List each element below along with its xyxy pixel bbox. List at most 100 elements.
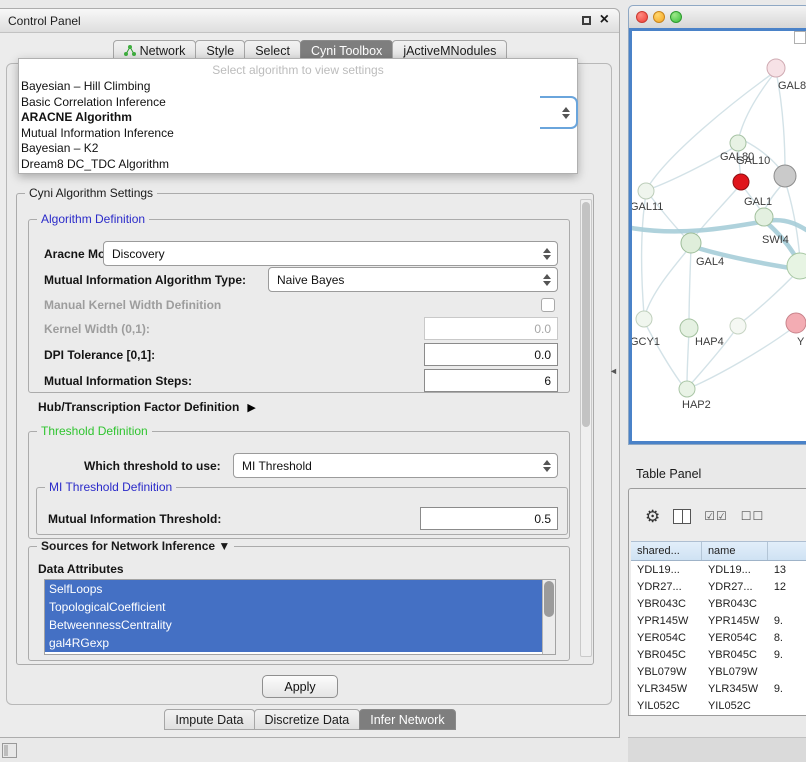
dpi-tolerance-label: DPI Tolerance [0,1]: bbox=[44, 348, 155, 362]
close-icon[interactable]: × bbox=[600, 14, 609, 26]
table-row[interactable]: YLR345WYLR345W9. bbox=[631, 680, 806, 697]
attribute-item-topologicalcoefficient[interactable]: TopologicalCoefficient bbox=[45, 598, 542, 616]
network-node[interactable] bbox=[636, 311, 652, 327]
control-panel-titlebar[interactable]: Control Panel × bbox=[0, 9, 619, 33]
zoom-traffic-light[interactable] bbox=[670, 11, 682, 23]
network-edge[interactable] bbox=[632, 221, 766, 231]
dropdown-item-aracne-algorithm[interactable]: ARACNE Algorithm bbox=[19, 110, 577, 126]
network-node[interactable] bbox=[786, 313, 806, 333]
aracne-mode-select[interactable]: Discovery bbox=[103, 241, 558, 266]
settings-scrollbar[interactable] bbox=[580, 199, 592, 657]
network-edge[interactable] bbox=[742, 271, 798, 322]
table-panel: Table Panel ⚙ ☑☑ ☐☐ shared...name YDL19.… bbox=[628, 460, 806, 716]
table-row[interactable]: YBR043CYBR043C bbox=[631, 595, 806, 612]
close-traffic-light[interactable] bbox=[636, 11, 648, 23]
table-row[interactable]: YDR27...YDR27...12 bbox=[631, 578, 806, 595]
kernel-width-input[interactable]: 0.0 bbox=[424, 317, 558, 340]
network-node[interactable] bbox=[638, 183, 654, 199]
bottom-tab-impute-data[interactable]: Impute Data bbox=[164, 709, 254, 730]
bottom-tab-bar: Impute DataDiscretize DataInfer Network bbox=[0, 709, 619, 730]
table-row[interactable]: YDL19...YDL19...13 bbox=[631, 561, 806, 578]
algorithm-combobox-focused[interactable] bbox=[540, 96, 578, 129]
expand-arrow-icon[interactable]: ▶ bbox=[247, 401, 255, 414]
network-edge[interactable] bbox=[689, 247, 691, 324]
bottom-tab-discretize-data[interactable]: Discretize Data bbox=[254, 709, 361, 730]
node-label-gal1: GAL1 bbox=[744, 196, 772, 208]
mi-type-label: Mutual Information Algorithm Type: bbox=[44, 273, 246, 287]
column-browser-icon[interactable] bbox=[673, 509, 691, 524]
mi-threshold-label: Mutual Information Threshold: bbox=[48, 512, 221, 526]
scroll-corner bbox=[794, 31, 806, 44]
table-cell: YLR345W bbox=[631, 683, 702, 695]
column-header-name[interactable]: name bbox=[702, 542, 768, 560]
gear-icon[interactable]: ⚙ bbox=[645, 508, 660, 525]
network-window-titlebar[interactable] bbox=[629, 6, 806, 28]
dropdown-item-dream8-dc-tdc-algorithm[interactable]: Dream8 DC_TDC Algorithm bbox=[19, 157, 577, 173]
manual-kernel-checkbox[interactable] bbox=[541, 298, 555, 312]
network-canvas-svg[interactable]: GAL8GAL80GAL10GAL11GAL1SWI4GAL4GCY1HAP4Y… bbox=[632, 31, 806, 443]
attribute-item-betweennesscentrality[interactable]: BetweennessCentrality bbox=[45, 616, 542, 634]
network-edge[interactable] bbox=[738, 71, 776, 141]
network-node[interactable] bbox=[767, 59, 785, 77]
attribute-item-gal4rgexp[interactable]: gal4RGexp bbox=[45, 634, 542, 652]
which-threshold-select[interactable]: MI Threshold bbox=[233, 453, 558, 478]
dpi-tolerance-input[interactable]: 0.0 bbox=[424, 343, 558, 366]
network-node[interactable] bbox=[787, 253, 806, 279]
node-label-gal10: GAL10 bbox=[736, 155, 770, 167]
float-window-icon[interactable] bbox=[582, 16, 591, 25]
network-node[interactable] bbox=[733, 174, 749, 190]
network-node[interactable] bbox=[681, 233, 701, 253]
table-cell: YBL079W bbox=[631, 666, 702, 678]
list-scrollbar[interactable] bbox=[542, 580, 555, 654]
network-node[interactable] bbox=[680, 319, 698, 337]
table-row[interactable]: YER054CYER054C8. bbox=[631, 629, 806, 646]
table-toolbar: ⚙ ☑☑ ☐☐ bbox=[629, 499, 764, 533]
table-row[interactable]: YBL079WYBL079W bbox=[631, 663, 806, 680]
bottom-tab-infer-network[interactable]: Infer Network bbox=[359, 709, 455, 730]
tab-label: Style bbox=[206, 44, 234, 58]
data-attributes-list[interactable]: SelfLoopsTopologicalCoefficientBetweenne… bbox=[44, 579, 556, 655]
network-edge[interactable] bbox=[687, 331, 689, 385]
network-node[interactable] bbox=[679, 381, 695, 397]
mi-type-select[interactable]: Naive Bayes bbox=[268, 267, 558, 292]
column-header-shared[interactable]: shared... bbox=[631, 542, 702, 560]
kernel-width-value: 0.0 bbox=[534, 322, 551, 336]
mi-threshold-input[interactable]: 0.5 bbox=[420, 507, 558, 530]
table-row[interactable]: YBR045CYBR045C9. bbox=[631, 646, 806, 663]
apply-button[interactable]: Apply bbox=[262, 675, 338, 698]
dropdown-item-bayesian-k2[interactable]: Bayesian – K2 bbox=[19, 141, 577, 157]
kernel-width-label: Kernel Width (0,1): bbox=[44, 322, 150, 336]
deselect-columns-icon[interactable]: ☐☐ bbox=[741, 509, 765, 523]
collapse-arrow-icon[interactable]: ▼ bbox=[218, 539, 230, 553]
network-node[interactable] bbox=[730, 318, 746, 334]
table-cell: YBR045C bbox=[631, 649, 702, 661]
select-columns-icon[interactable]: ☑☑ bbox=[704, 509, 728, 523]
table-row[interactable]: YPR145WYPR145W9. bbox=[631, 612, 806, 629]
table-cell: YPR145W bbox=[631, 615, 702, 627]
mi-steps-input[interactable]: 6 bbox=[424, 369, 558, 392]
panel-toggle-icon[interactable] bbox=[2, 743, 17, 758]
sources-section-toggle[interactable]: Sources for Network Inference ▼ bbox=[37, 539, 234, 553]
minimize-traffic-light[interactable] bbox=[653, 11, 665, 23]
table-row[interactable]: YIL052CYIL052C bbox=[631, 697, 806, 714]
hub-section-toggle[interactable]: Hub/Transcription Factor Definition ▶ bbox=[38, 400, 256, 414]
network-node[interactable] bbox=[774, 165, 796, 187]
network-node[interactable] bbox=[755, 208, 773, 226]
network-edge[interactable] bbox=[645, 247, 690, 315]
dropdown-item-bayesian-hill-climbing[interactable]: Bayesian – Hill Climbing bbox=[19, 79, 577, 95]
dropdown-item-basic-correlation-inference[interactable]: Basic Correlation Inference bbox=[19, 95, 577, 111]
network-canvas[interactable]: GAL8GAL80GAL10GAL11GAL1SWI4GAL4GCY1HAP4Y… bbox=[629, 28, 806, 444]
node-label-gal4: GAL4 bbox=[696, 256, 724, 268]
network-edge[interactable] bbox=[645, 323, 683, 386]
panel-collapse-icon[interactable]: ◄ bbox=[609, 366, 618, 376]
scrollbar-thumb[interactable] bbox=[582, 202, 590, 427]
network-node[interactable] bbox=[730, 135, 746, 151]
attribute-item-selfloops[interactable]: SelfLoops bbox=[45, 580, 542, 598]
algorithm-definition-title: Algorithm Definition bbox=[37, 212, 149, 226]
table-panel-frame: ⚙ ☑☑ ☐☐ shared...name YDL19...YDL19...13… bbox=[628, 488, 806, 716]
dropdown-item-mutual-information-inference[interactable]: Mutual Information Inference bbox=[19, 126, 577, 142]
column-header-extra[interactable] bbox=[768, 542, 806, 560]
scrollbar-thumb[interactable] bbox=[544, 581, 554, 617]
table-cell: 9. bbox=[768, 649, 806, 661]
network-edge[interactable] bbox=[648, 71, 776, 187]
